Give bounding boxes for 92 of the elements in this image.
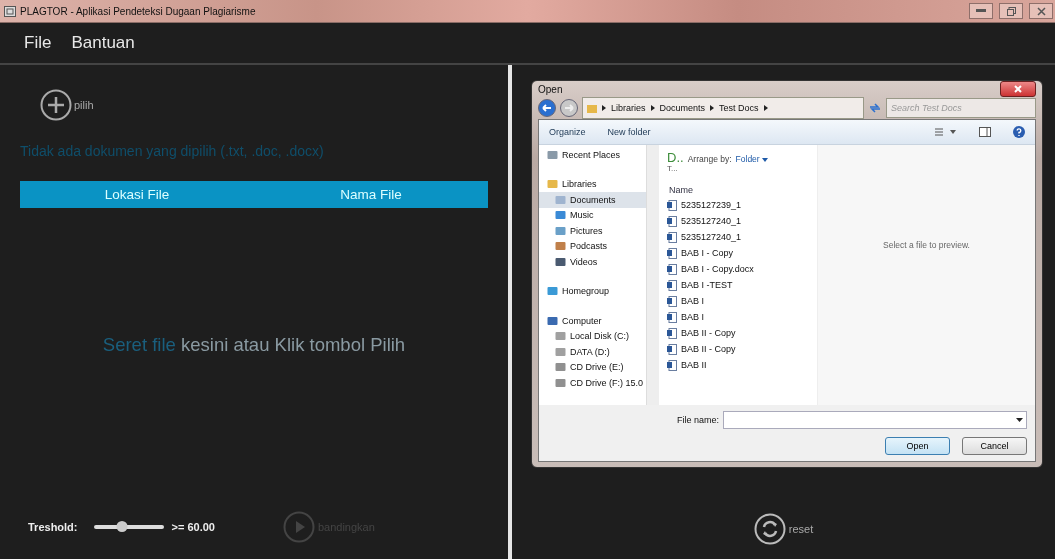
navigation-item[interactable]: Videos <box>539 254 646 270</box>
toolbar-button[interactable]: Organize <box>549 127 586 137</box>
document-entry[interactable]: BAB II - Copy <box>659 341 817 357</box>
file-name-label: File name: <box>677 414 720 425</box>
dialog-button[interactable]: Open <box>885 436 950 455</box>
threshold-value: >= 60.00 <box>171 521 215 533</box>
forward-arrow-icon <box>564 104 574 112</box>
column-header: Nama File <box>339 187 403 202</box>
library-title: D.. <box>667 151 684 164</box>
restore-button[interactable] <box>999 3 1023 19</box>
help-icon[interactable] <box>1013 126 1025 138</box>
navigation-item[interactable]: Podcasts <box>539 238 646 254</box>
navigation-item[interactable]: Documents <box>539 192 646 208</box>
threshold-label: Treshold: <box>28 521 78 533</box>
forward-button[interactable] <box>560 99 578 117</box>
status-text: Tidak ada dokumen yang dipilih (.txt, .doc, .docx) <box>20 143 325 159</box>
navigation-item[interactable]: CD Drive (E:) <box>539 359 646 375</box>
close-button[interactable] <box>1000 81 1036 97</box>
app-icon <box>4 5 16 17</box>
document-entry[interactable]: 5235127240_1 <box>659 229 817 245</box>
restore-icon <box>1006 6 1016 16</box>
caret-icon <box>762 158 769 162</box>
breadcrumb[interactable]: Test Docs <box>719 103 759 113</box>
play-icon <box>282 511 315 543</box>
close-button[interactable] <box>1029 3 1053 19</box>
word-document-icon <box>667 295 677 307</box>
navigation-item[interactable]: DATA (D:) <box>539 344 646 360</box>
document-entry[interactable]: 5235127239_1 <box>659 197 817 213</box>
close-icon <box>1014 85 1022 93</box>
column-header: Lokasi File <box>103 187 171 202</box>
word-document-icon <box>667 247 677 259</box>
chevron-icon[interactable] <box>650 105 655 111</box>
word-document-icon <box>667 231 677 243</box>
document-entry[interactable]: BAB II <box>659 357 817 373</box>
arrange-label: Arrange by: <box>687 154 732 164</box>
menu-item[interactable]: Bantuan <box>71 33 135 53</box>
minimize-button[interactable] <box>969 3 993 19</box>
navigation-item[interactable]: Local Disk (C:) <box>539 328 646 344</box>
word-document-icon <box>667 279 677 291</box>
back-button[interactable] <box>538 99 556 117</box>
menu-item[interactable]: File <box>24 33 52 53</box>
plus-icon <box>40 89 72 121</box>
chevron-icon[interactable] <box>710 105 715 111</box>
dialog-title: Open <box>538 83 563 95</box>
navigation-item[interactable]: Music <box>539 207 646 223</box>
chevron-icon[interactable] <box>763 105 768 111</box>
file-name-field[interactable] <box>723 410 1027 429</box>
minimize-icon <box>976 9 986 13</box>
address-bar[interactable]: Libraries Documents Test Docs <box>582 97 864 119</box>
navigation-item[interactable]: Computer <box>539 313 646 329</box>
document-entry[interactable]: BAB I <box>659 309 817 325</box>
preview-pane-icon[interactable] <box>979 127 991 137</box>
reset-button[interactable]: reset <box>753 513 814 545</box>
search-field[interactable]: Search Test Docs <box>886 98 1036 118</box>
navigation-item[interactable]: CD Drive (F:) 15.0 <box>539 375 646 391</box>
view-options-icon[interactable] <box>935 127 957 137</box>
back-arrow-icon <box>542 104 552 112</box>
navigation-item[interactable]: Recent Places <box>539 147 646 163</box>
document-entry[interactable]: BAB I - Copy.docx <box>659 261 817 277</box>
word-document-icon <box>667 343 677 355</box>
navigation-item[interactable]: Pictures <box>539 223 646 239</box>
document-entry[interactable]: BAB I -TEST <box>659 277 817 293</box>
preview-message: Select a file to preview. <box>883 239 970 250</box>
word-document-icon <box>667 215 677 227</box>
window-title: PLAGTOR - Aplikasi Pendeteksi Dugaan Plagiarisme <box>20 5 257 17</box>
breadcrumb[interactable]: Documents <box>659 103 706 113</box>
word-document-icon <box>667 199 677 211</box>
drop-hint: Seret file kesini atau Klik tombol Pilih <box>102 333 406 356</box>
breadcrumb[interactable]: Libraries <box>611 103 646 113</box>
close-icon <box>1036 6 1046 16</box>
navigation-item[interactable]: Libraries <box>539 176 646 192</box>
pick-button[interactable]: pilih <box>40 89 94 121</box>
refresh-icon[interactable] <box>868 102 882 114</box>
word-document-icon <box>667 263 677 275</box>
document-entry[interactable]: BAB I - Copy <box>659 245 817 261</box>
document-entry[interactable]: BAB I <box>659 293 817 309</box>
dialog-button[interactable]: Cancel <box>962 436 1027 455</box>
word-document-icon <box>667 311 677 323</box>
scrollbar[interactable] <box>646 145 659 405</box>
document-entry[interactable]: BAB II - Copy <box>659 325 817 341</box>
dropdown-arrow-icon[interactable] <box>1016 417 1023 422</box>
navigation-item[interactable]: Homegroup <box>539 283 646 299</box>
library-subtitle: T... <box>667 164 679 173</box>
word-document-icon <box>667 327 677 339</box>
refresh-icon <box>753 513 786 545</box>
chevron-icon[interactable] <box>602 105 606 111</box>
word-document-icon <box>667 359 677 371</box>
arrange-dropdown[interactable]: Folder <box>735 154 769 164</box>
toolbar-button[interactable]: New folder <box>607 127 651 137</box>
document-entry[interactable]: 5235127240_1 <box>659 213 817 229</box>
slider-thumb[interactable] <box>116 521 127 532</box>
column-header[interactable]: Name <box>659 177 817 197</box>
